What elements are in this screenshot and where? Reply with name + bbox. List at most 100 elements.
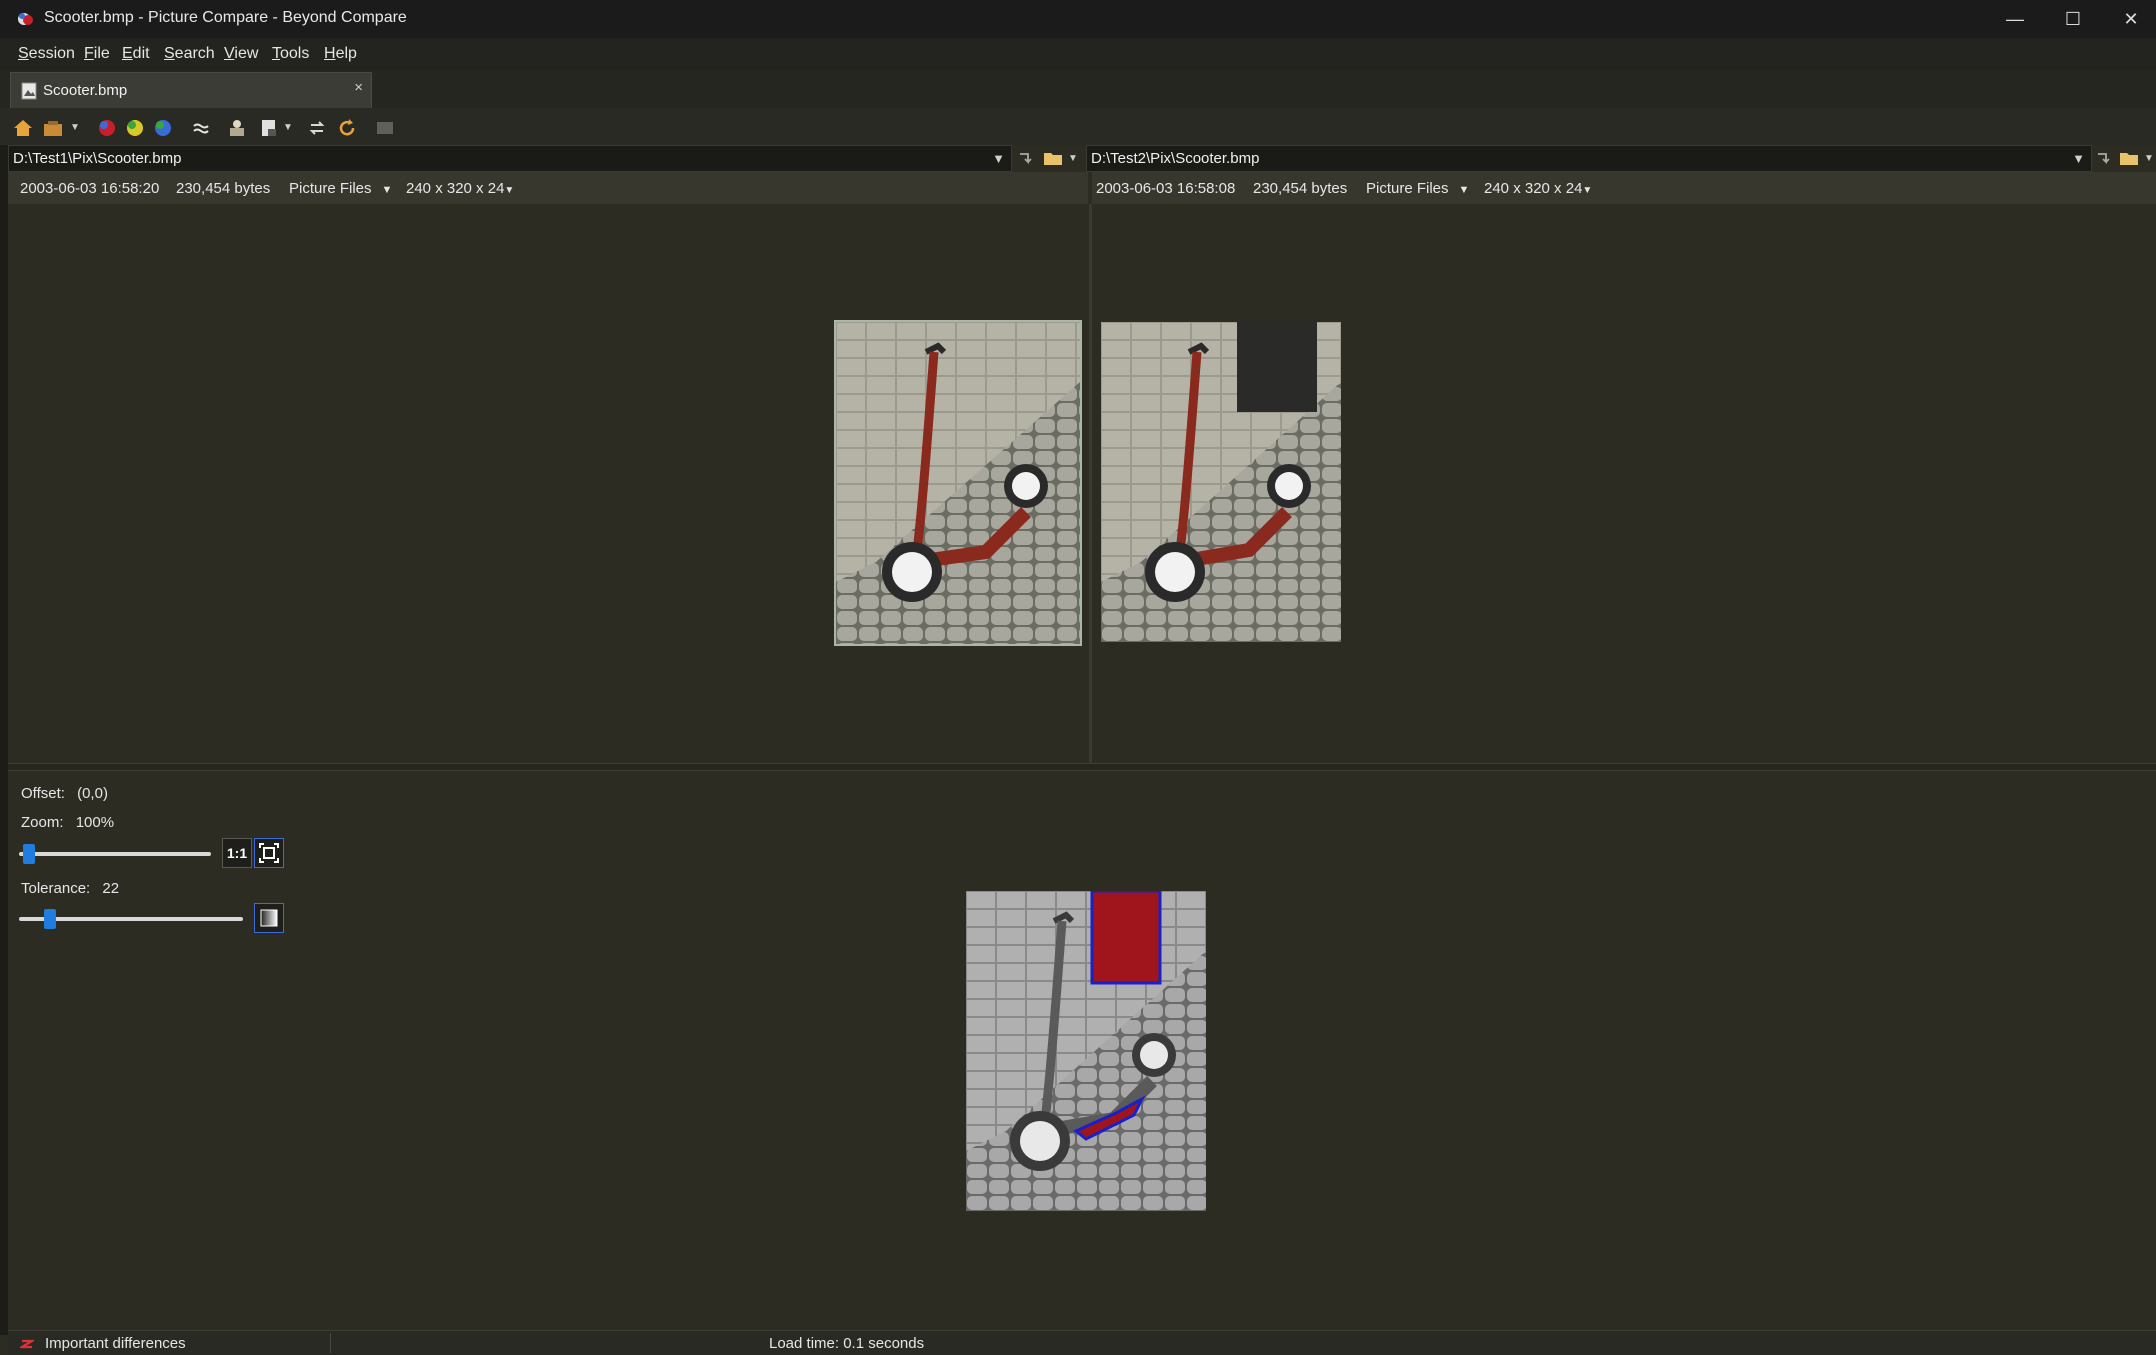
difference-picture — [966, 889, 1206, 1211]
menu-accel: S — [164, 45, 175, 62]
close-button[interactable]: ✕ — [2102, 0, 2156, 38]
fit-to-window-icon — [259, 843, 279, 863]
left-image[interactable] — [834, 320, 1082, 646]
fit-to-window-button[interactable] — [254, 838, 284, 868]
chevron-down-icon[interactable]: ▼ — [283, 122, 293, 133]
toolbar: ▼ ▼ — [0, 108, 2156, 146]
chevron-down-icon[interactable]: ▼ — [1068, 153, 1078, 164]
refresh-icon[interactable] — [336, 117, 358, 139]
right-format-label: Picture Files — [1366, 180, 1449, 197]
zoom-slider[interactable] — [19, 842, 211, 866]
chevron-down-icon: ▼ — [504, 185, 515, 196]
tolerance-row: Tolerance: 22 — [21, 880, 119, 897]
beyond-compare-app-icon[interactable] — [16, 10, 36, 28]
right-dimensions-label: 240 x 320 x 24 — [1484, 180, 1583, 197]
offset-row: Offset: (0,0) — [21, 785, 108, 802]
one-to-one-label: 1:1 — [226, 845, 248, 861]
disabled-tool-icon[interactable] — [374, 117, 396, 139]
minimize-icon: — — [2006, 8, 2024, 29]
right-date: 2003-06-03 16:58:08 — [1096, 180, 1236, 197]
left-info-bar: 2003-06-03 16:58:20 230,454 bytes Pictur… — [8, 172, 1088, 204]
menu-accel: T — [272, 45, 280, 62]
menu-help[interactable]: Help — [324, 45, 357, 63]
show-same-icon[interactable] — [152, 117, 174, 139]
tab-label: Scooter.bmp — [43, 82, 128, 99]
save-as-icon[interactable] — [258, 117, 280, 139]
right-dimensions[interactable]: 240 x 320 x 24▼ — [1484, 180, 1592, 197]
offset-label: Offset: — [21, 785, 65, 802]
rules-icon[interactable] — [190, 117, 212, 139]
one-to-one-button[interactable]: 1:1 — [222, 838, 252, 868]
left-format-label: Picture Files — [289, 180, 372, 197]
tab-close-icon[interactable]: × — [354, 79, 363, 96]
right-path-field[interactable]: D:\Test2\Pix\Scooter.bmp ▼ — [1086, 145, 2092, 172]
menu-label: iew — [234, 45, 259, 62]
menu-tools[interactable]: Tools — [272, 45, 309, 63]
menu-label: earch — [174, 45, 215, 62]
menu-session[interactable]: Session — [18, 45, 75, 63]
right-size: 230,454 bytes — [1253, 180, 1348, 197]
left-format-select[interactable]: Picture Files ▼ — [289, 180, 392, 197]
left-path-field[interactable]: D:\Test1\Pix\Scooter.bmp ▼ — [8, 145, 1012, 172]
menu-accel: E — [122, 45, 133, 62]
left-dimensions[interactable]: 240 x 320 x 24▼ — [406, 180, 514, 197]
right-format-select[interactable]: Picture Files ▼ — [1366, 180, 1469, 197]
menu-view[interactable]: View — [224, 45, 258, 63]
tab-strip: Scooter.bmp × — [0, 70, 2156, 109]
show-all-icon[interactable] — [96, 117, 118, 139]
left-scooter-picture — [836, 322, 1080, 644]
maximize-button[interactable]: ☐ — [2044, 0, 2102, 38]
menu-bar: Session File Edit Search View Tools Help — [0, 38, 2156, 70]
status-separator — [330, 1333, 331, 1353]
home-icon[interactable] — [12, 117, 34, 139]
right-image[interactable] — [1101, 322, 1341, 642]
menu-accel: V — [224, 45, 235, 62]
status-load-time: Load time: 0.1 seconds — [769, 1335, 925, 1352]
tolerance-slider-thumb[interactable] — [44, 909, 56, 929]
zoom-slider-thumb[interactable] — [23, 844, 35, 864]
right-path-text: D:\Test2\Pix\Scooter.bmp — [1091, 150, 1260, 167]
tab-scooter[interactable]: Scooter.bmp × — [10, 72, 372, 108]
menu-edit[interactable]: Edit — [122, 45, 150, 63]
maximize-icon: ☐ — [2064, 8, 2082, 29]
left-date: 2003-06-03 16:58:20 — [20, 180, 160, 197]
right-scooter-picture — [1101, 322, 1341, 642]
copy-to-other-side-icon[interactable] — [226, 117, 248, 139]
close-icon: ✕ — [2123, 8, 2139, 29]
chevron-down-icon[interactable]: ▼ — [2144, 153, 2154, 164]
pane-splitter-vertical[interactable] — [1089, 204, 1092, 764]
zoom-row: Zoom: 100% — [21, 814, 114, 831]
chevron-down-icon[interactable]: ▼ — [70, 122, 80, 133]
picture-file-icon — [21, 82, 37, 100]
zoom-value: 100% — [75, 814, 115, 831]
title-bar: Scooter.bmp - Picture Compare - Beyond C… — [0, 0, 2156, 38]
left-size: 230,454 bytes — [176, 180, 271, 197]
swap-left-arrow-icon[interactable] — [1016, 148, 1036, 168]
menu-file[interactable]: File — [84, 45, 110, 63]
minimize-button[interactable]: — — [1986, 0, 2044, 38]
gradient-icon — [260, 909, 278, 927]
chevron-down-icon[interactable]: ▼ — [2072, 151, 2085, 166]
menu-search[interactable]: Search — [164, 45, 215, 63]
tolerance-mode-button[interactable] — [254, 903, 284, 933]
left-dimensions-label: 240 x 320 x 24 — [406, 180, 505, 197]
left-path-text: D:\Test1\Pix\Scooter.bmp — [13, 150, 182, 167]
tolerance-label: Tolerance: — [21, 880, 91, 897]
show-diffs-icon[interactable] — [124, 117, 146, 139]
chevron-down-icon: ▼ — [1582, 185, 1593, 196]
swap-sides-icon[interactable] — [306, 117, 328, 139]
difference-image[interactable] — [966, 889, 1206, 1211]
tolerance-slider[interactable] — [19, 907, 243, 931]
sessions-icon[interactable] — [42, 117, 64, 139]
pane-splitter-horizontal[interactable] — [8, 763, 2156, 771]
menu-label: ools — [280, 45, 310, 62]
left-open-folder-icon[interactable] — [1042, 148, 1064, 168]
swap-right-arrow-icon[interactable] — [2094, 148, 2114, 168]
menu-label: elp — [335, 45, 357, 62]
right-open-folder-icon[interactable] — [2118, 148, 2140, 168]
menu-accel: S — [18, 45, 29, 62]
chevron-down-icon: ▼ — [381, 184, 393, 196]
chevron-down-icon[interactable]: ▼ — [992, 151, 1005, 166]
right-info-bar: 2003-06-03 16:58:08 230,454 bytes Pictur… — [1092, 172, 2156, 204]
left-edge — [0, 145, 8, 1335]
